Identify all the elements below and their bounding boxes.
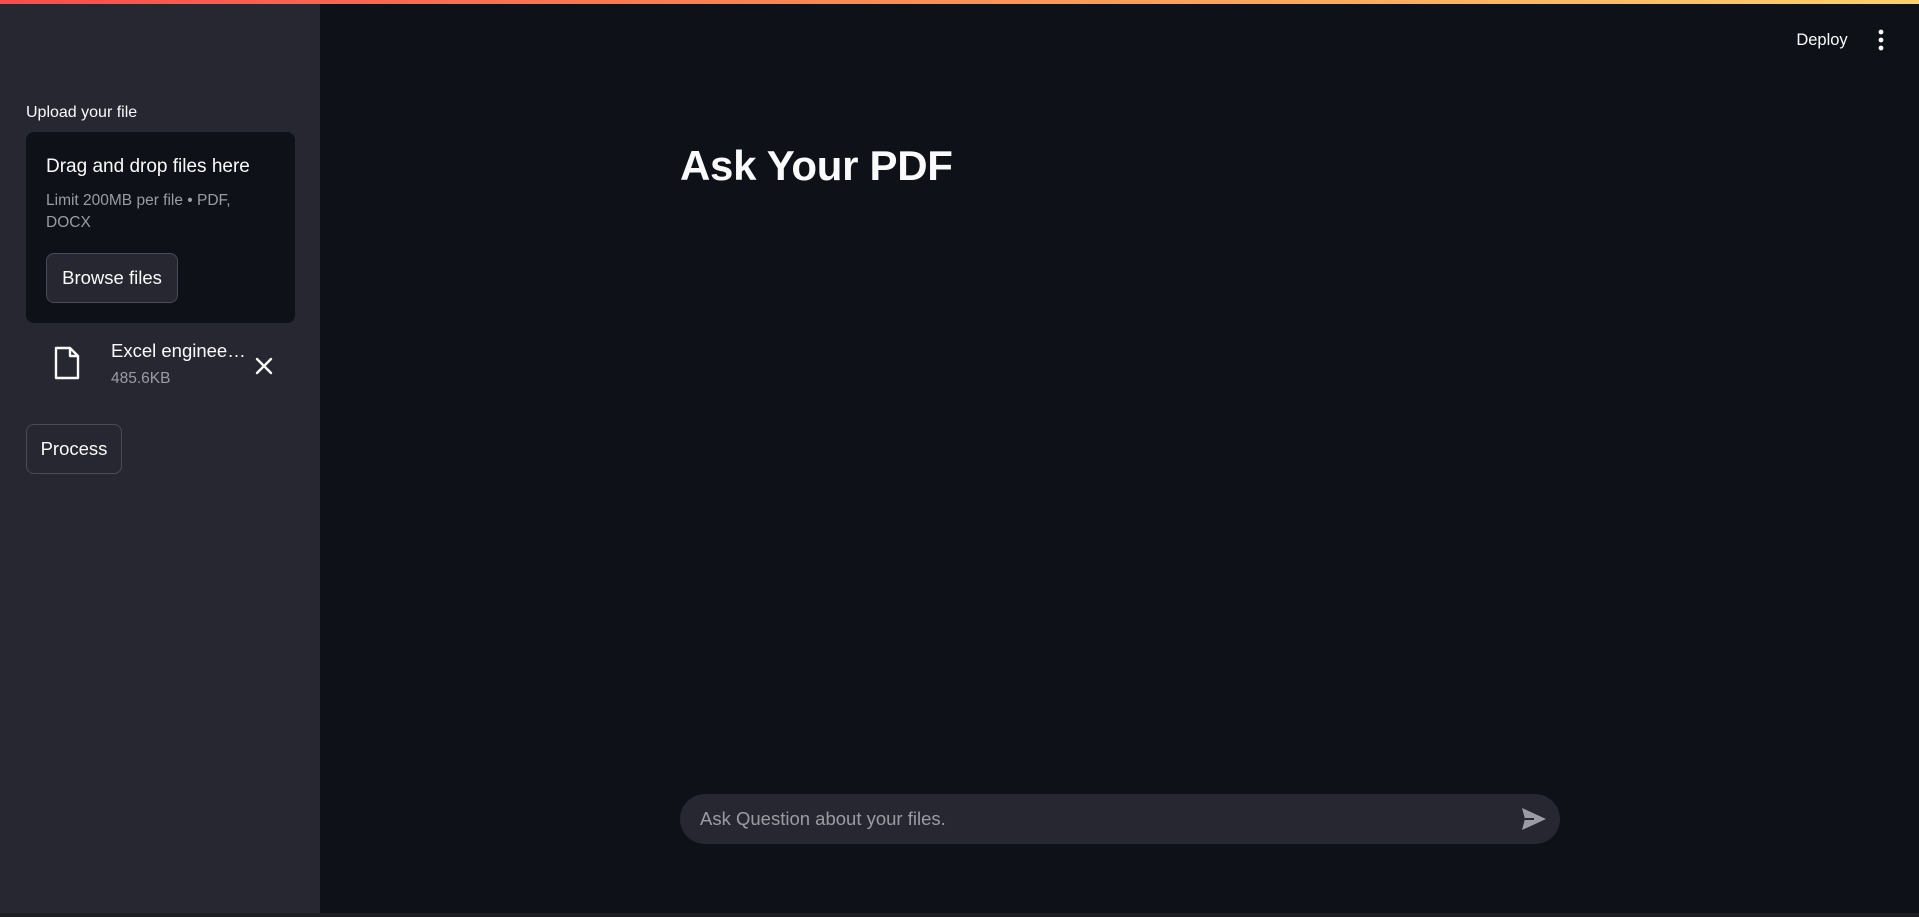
browse-files-button[interactable]: Browse files — [46, 253, 178, 303]
process-button[interactable]: Process — [26, 424, 122, 474]
dropzone-title: Drag and drop files here — [46, 156, 250, 177]
bottom-divider — [0, 913, 1919, 917]
sidebar: Upload your file Drag and drop files her… — [0, 4, 320, 913]
deploy-button[interactable]: Deploy — [1782, 24, 1862, 56]
page-title: Ask Your PDF — [680, 142, 953, 189]
file-dropzone[interactable]: Drag and drop files here Limit 200MB per… — [26, 132, 295, 323]
close-icon[interactable] — [252, 354, 276, 378]
uploaded-file-item: Excel engineering project.pdf 485.6KB — [26, 334, 295, 396]
chat-input[interactable] — [700, 794, 1480, 844]
send-icon[interactable] — [1520, 806, 1548, 832]
dropzone-limit-text: Limit 200MB per file • PDF, DOCX — [46, 192, 231, 231]
upload-label: Upload your file — [26, 104, 138, 121]
more-vertical-icon[interactable] — [1868, 24, 1894, 56]
uploaded-file-name: Excel engineering project.pdf — [111, 340, 251, 361]
file-icon — [53, 346, 81, 380]
chat-input-container — [680, 794, 1560, 844]
uploaded-file-size: 485.6KB — [111, 370, 171, 387]
